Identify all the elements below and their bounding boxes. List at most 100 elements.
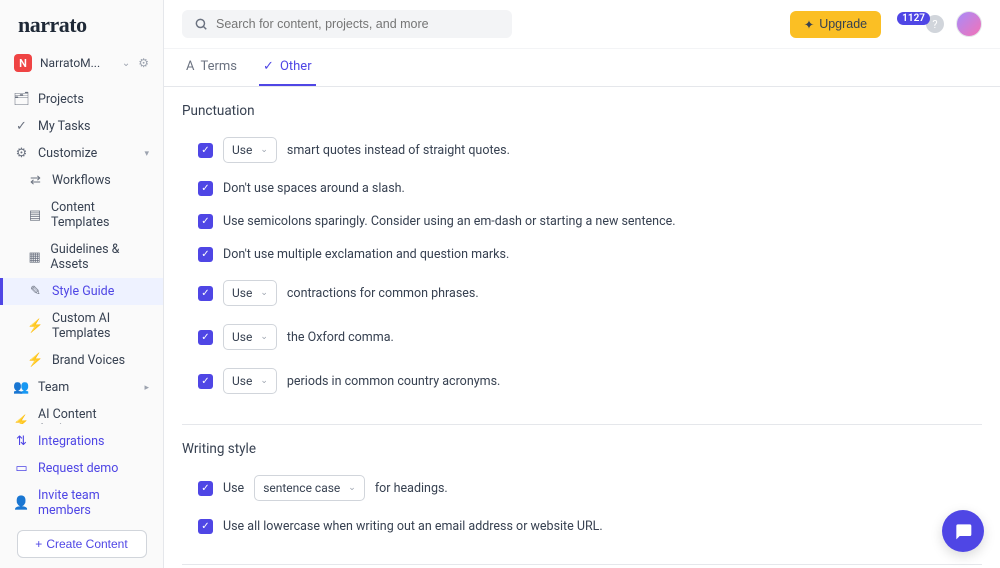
sidebar-nav: 🗂 Projects ✓ My Tasks ⚙ Customize ▾ ⇄ Wo…: [0, 80, 163, 424]
folder-icon: 🗂: [14, 92, 29, 107]
checkbox[interactable]: ✓: [198, 181, 213, 196]
rule-text: Use all lowercase when writing out an em…: [223, 519, 603, 534]
tab-other[interactable]: ✓ Other: [259, 49, 316, 86]
template-icon: ▤: [28, 208, 42, 223]
logo: narrato: [0, 0, 163, 46]
sidebar: narrato N NarratoM... ⌄ ⚙ 🗂 Projects ✓ M…: [0, 0, 164, 568]
use-dropdown[interactable]: Use⌄: [223, 137, 277, 163]
use-dropdown[interactable]: Use⌄: [223, 280, 277, 306]
team-icon: 👥: [14, 380, 29, 395]
chevron-down-icon: ⌄: [260, 288, 268, 298]
sidebar-item-style-guide[interactable]: ✎ Style Guide: [0, 278, 163, 305]
content-area: Punctuation ✓ Use⌄ smart quotes instead …: [164, 87, 1000, 568]
checkbox[interactable]: ✓: [198, 481, 213, 496]
checkbox[interactable]: ✓: [198, 374, 213, 389]
check-icon: ✓: [263, 59, 274, 74]
sidebar-item-brand-voices[interactable]: ⚡ Brand Voices: [0, 347, 163, 374]
tabs: A Terms ✓ Other: [164, 49, 1000, 87]
nav-label: Projects: [38, 92, 84, 107]
rule-row: ✓ Don't use spaces around a slash.: [182, 177, 982, 200]
rule-row: ✓ Use⌄ the Oxford comma.: [182, 320, 982, 354]
use-dropdown[interactable]: Use⌄: [223, 368, 277, 394]
nav-label: Style Guide: [52, 284, 114, 299]
button-label: Upgrade: [819, 17, 867, 31]
nav-label: Content Templates: [51, 200, 149, 230]
sidebar-item-my-tasks[interactable]: ✓ My Tasks: [0, 113, 163, 140]
rule-row: ✓ Use all lowercase when writing out an …: [182, 515, 982, 538]
workspace-switcher[interactable]: N NarratoM... ⌄ ⚙: [0, 46, 163, 80]
guidelines-icon: ▦: [28, 250, 41, 265]
demo-icon: ▭: [14, 461, 29, 476]
rule-text: Use semicolons sparingly. Consider using…: [223, 214, 676, 229]
checkbox[interactable]: ✓: [198, 519, 213, 534]
gear-icon[interactable]: ⚙: [138, 56, 149, 70]
tab-terms[interactable]: A Terms: [182, 49, 241, 86]
checkbox[interactable]: ✓: [198, 286, 213, 301]
rule-row: ✓ Use⌄ contractions for common phrases.: [182, 276, 982, 310]
check-icon: ✓: [14, 119, 29, 134]
chat-icon: [953, 521, 973, 541]
search-icon: [194, 17, 208, 31]
chat-fab[interactable]: [942, 510, 984, 552]
integrations-icon: ⇅: [14, 434, 29, 449]
user-avatar[interactable]: [956, 11, 982, 37]
chevron-right-icon: ▸: [144, 383, 149, 393]
sidebar-item-workflows[interactable]: ⇄ Workflows: [0, 167, 163, 194]
nav-label: My Tasks: [38, 119, 91, 134]
rule-row: ✓ Use semicolons sparingly. Consider usi…: [182, 210, 982, 233]
workflow-icon: ⇄: [28, 173, 43, 188]
chevron-down-icon: ⌄: [260, 145, 268, 155]
tab-label: Terms: [200, 59, 237, 74]
section-title: Writing style: [182, 441, 982, 457]
brand-name: narrato: [18, 12, 87, 37]
search-box[interactable]: [182, 10, 512, 38]
section-writing-style: Writing style ✓ Use sentence case⌄ for h…: [182, 441, 982, 565]
nav-label: Guidelines & Assets: [50, 242, 149, 272]
rule-text: for headings.: [375, 481, 448, 496]
sidebar-item-projects[interactable]: 🗂 Projects: [0, 86, 163, 113]
plus-icon: +: [35, 537, 42, 551]
search-input[interactable]: [216, 17, 500, 31]
sidebar-item-request-demo[interactable]: ▭ Request demo: [0, 455, 163, 482]
create-content-button[interactable]: + Create Content: [17, 530, 147, 558]
checkbox[interactable]: ✓: [198, 214, 213, 229]
sidebar-item-invite[interactable]: 👤 Invite team members: [0, 482, 163, 524]
sidebar-item-guidelines[interactable]: ▦ Guidelines & Assets: [0, 236, 163, 278]
sidebar-item-team[interactable]: 👥 Team ▸: [0, 374, 163, 401]
section-title: Punctuation: [182, 103, 982, 119]
sidebar-item-custom-ai[interactable]: ⚡ Custom AI Templates: [0, 305, 163, 347]
chevron-down-icon: ⌄: [260, 376, 268, 386]
rule-row: ✓ Use⌄ smart quotes instead of straight …: [182, 133, 982, 167]
settings-icon: ⚙: [14, 146, 29, 161]
rule-row: ✓ Use sentence case⌄ for headings.: [182, 471, 982, 505]
use-dropdown[interactable]: Use⌄: [223, 324, 277, 350]
workspace-name: NarratoM...: [40, 56, 114, 70]
checkbox[interactable]: ✓: [198, 247, 213, 262]
rule-text: Use: [223, 481, 244, 496]
topbar: ✦ Upgrade 1127 ?: [164, 0, 1000, 49]
case-dropdown[interactable]: sentence case⌄: [254, 475, 365, 501]
button-label: Create Content: [46, 537, 127, 551]
nav-label: Team: [38, 380, 69, 395]
checkbox[interactable]: ✓: [198, 330, 213, 345]
chevron-down-icon: ⌄: [348, 483, 356, 493]
main: ✦ Upgrade 1127 ? A Terms ✓ Other Punctua…: [164, 0, 1000, 568]
rule-row: ✓ Don't use multiple exclamation and que…: [182, 243, 982, 266]
sidebar-item-ai-assistant[interactable]: ⚡ AI Content Assistant: [0, 401, 163, 424]
sidebar-item-content-templates[interactable]: ▤ Content Templates: [0, 194, 163, 236]
notif-badge: 1127: [897, 12, 930, 25]
chevron-down-icon: ⌄: [122, 58, 130, 69]
tab-label: Other: [280, 59, 312, 74]
rule-text: smart quotes instead of straight quotes.: [287, 143, 510, 158]
notifications[interactable]: 1127 ?: [893, 15, 944, 33]
upgrade-button[interactable]: ✦ Upgrade: [790, 11, 881, 38]
checkbox[interactable]: ✓: [198, 143, 213, 158]
sidebar-footer: ⇅ Integrations ▭ Request demo 👤 Invite t…: [0, 424, 163, 568]
nav-label: Brand Voices: [52, 353, 125, 368]
nav-label: Request demo: [38, 461, 118, 476]
sidebar-item-integrations[interactable]: ⇅ Integrations: [0, 428, 163, 455]
rule-text: the Oxford comma.: [287, 330, 394, 345]
bolt-icon: ⚡: [28, 319, 43, 334]
bolt-icon: ⚡: [14, 415, 29, 425]
sidebar-item-customize[interactable]: ⚙ Customize ▾: [0, 140, 163, 167]
